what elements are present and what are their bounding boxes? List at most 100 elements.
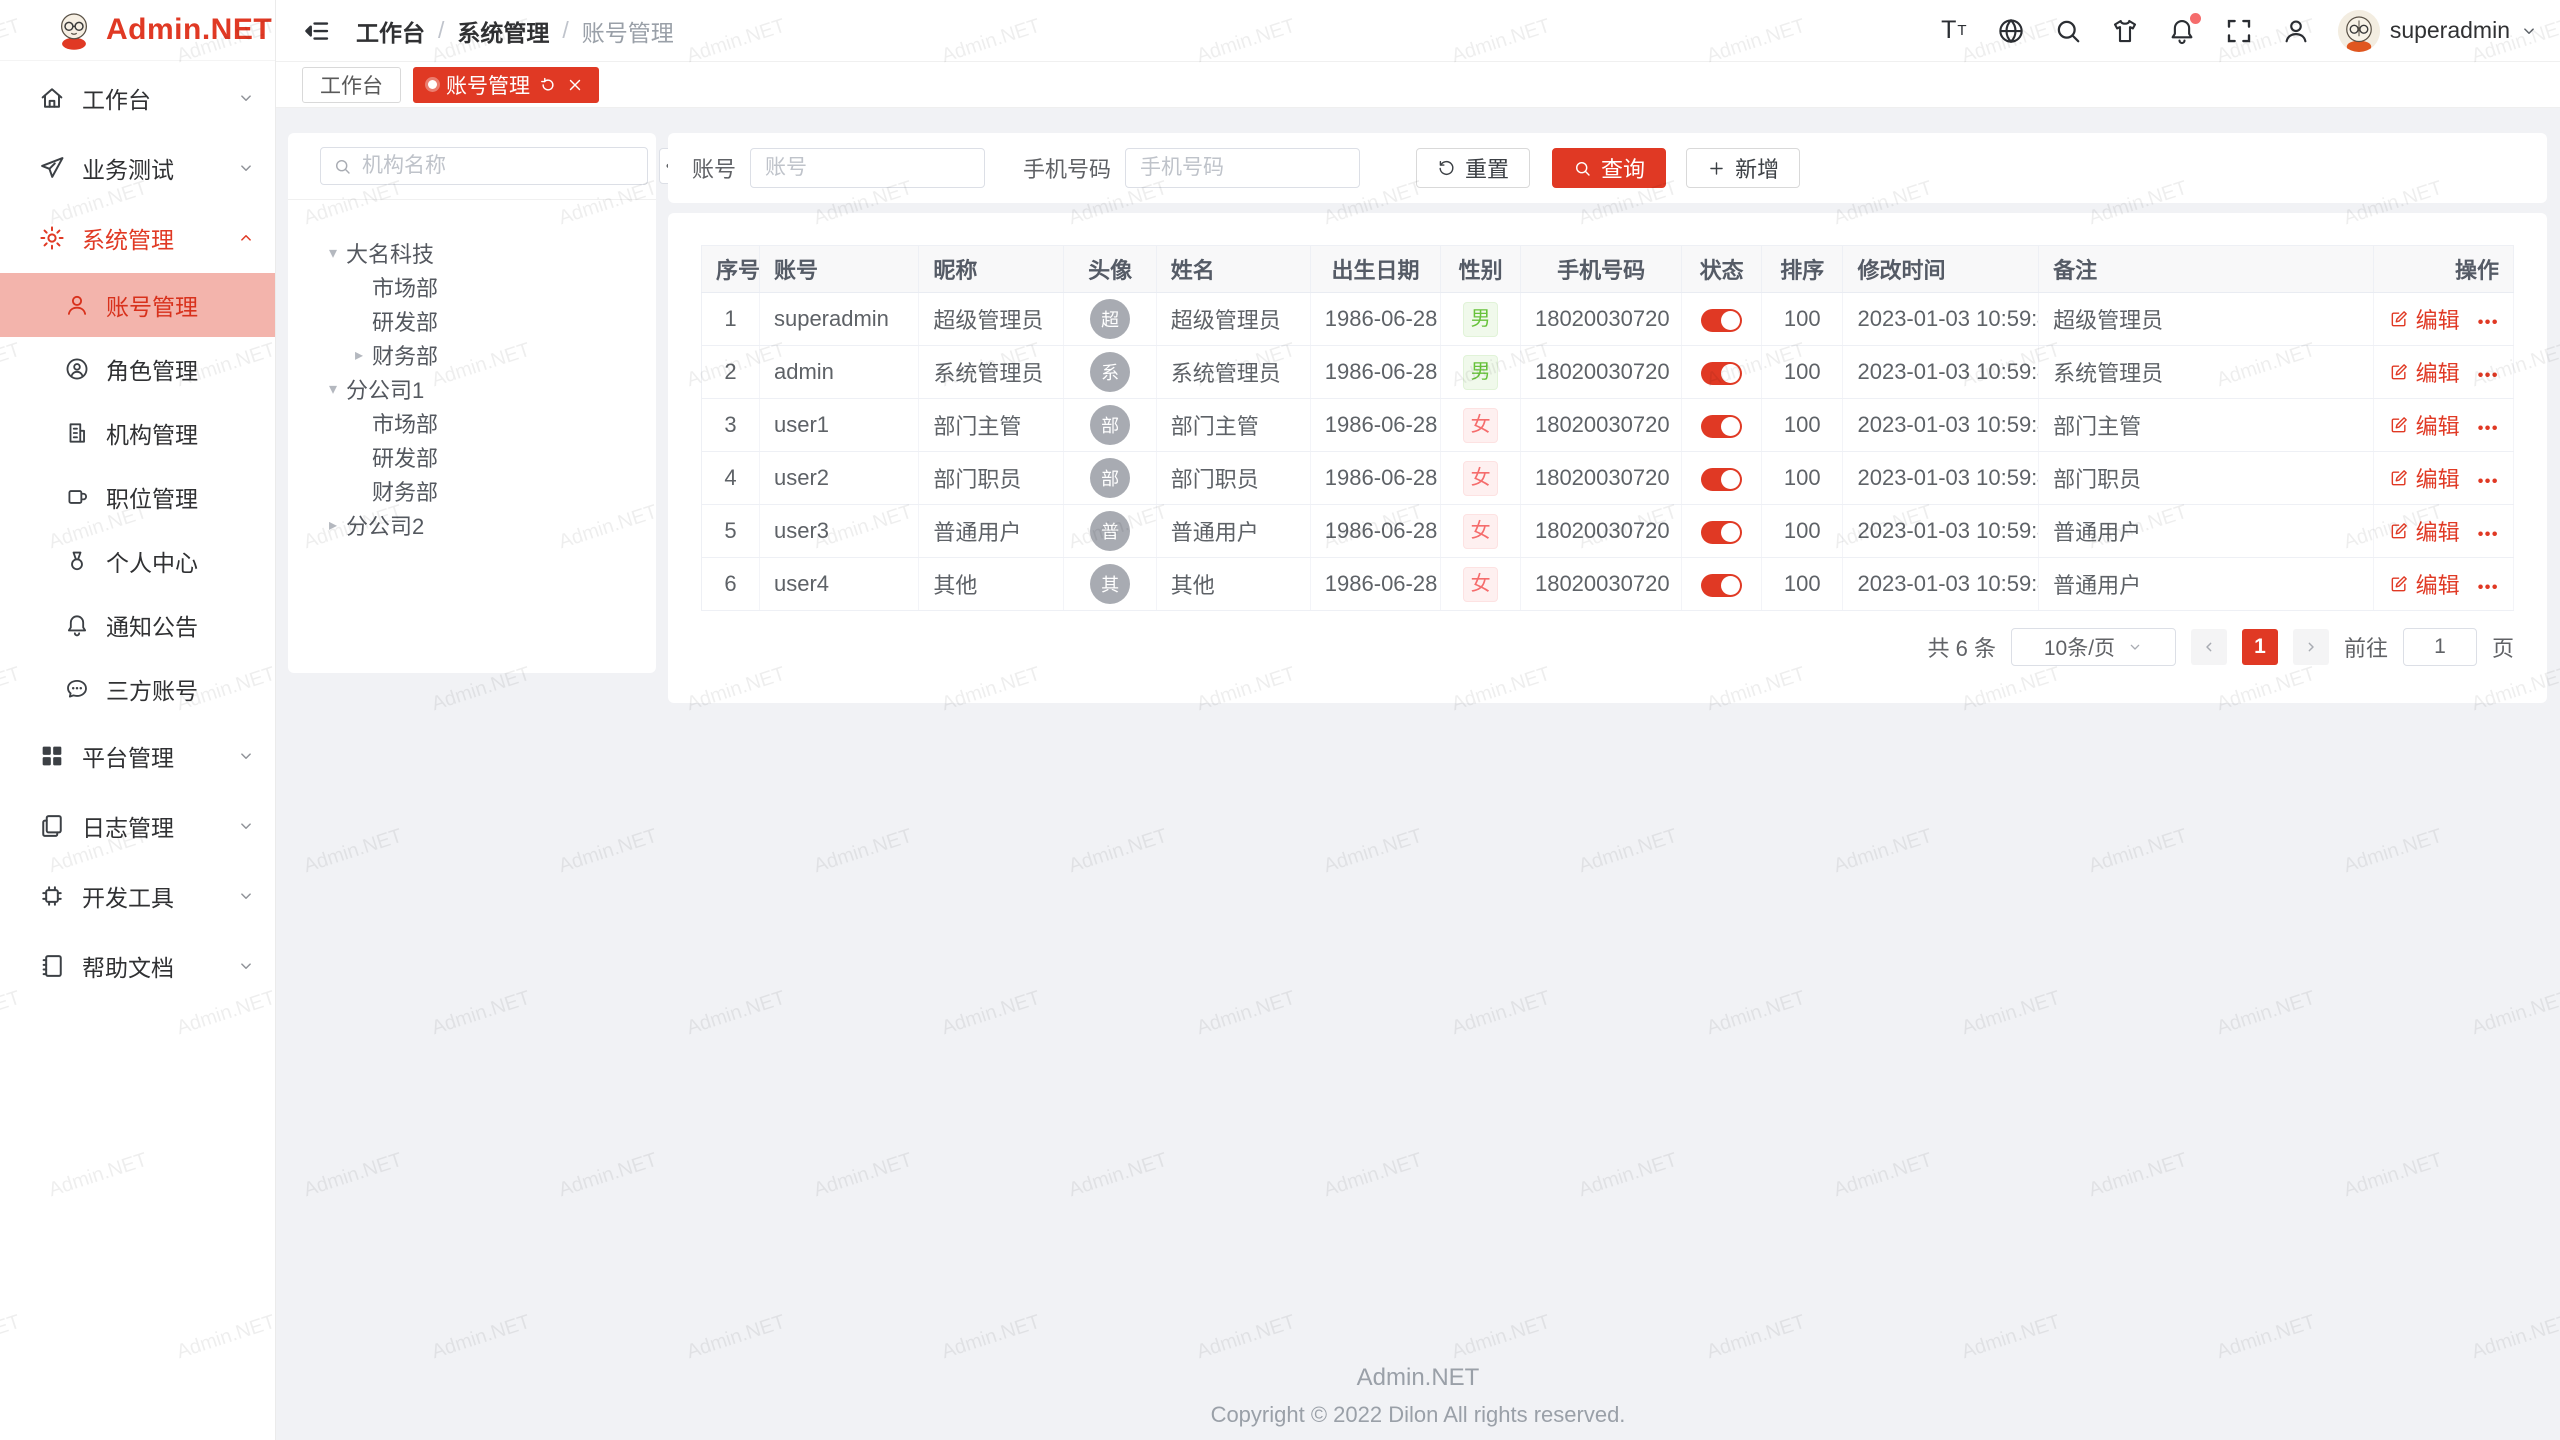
org-search-input[interactable] bbox=[360, 153, 635, 179]
cell-index: 4 bbox=[702, 452, 760, 505]
status-toggle[interactable] bbox=[1701, 309, 1742, 332]
tree-caret-down-icon[interactable]: ▾ bbox=[320, 379, 346, 399]
row-more-button[interactable]: ••• bbox=[2478, 579, 2499, 596]
tab-active[interactable]: 账号管理 bbox=[413, 67, 599, 103]
edit-button[interactable]: 编辑 bbox=[2389, 515, 2460, 547]
cell-status bbox=[1682, 505, 1762, 558]
cell-nickname: 超级管理员 bbox=[919, 293, 1064, 346]
notification-bell-icon[interactable] bbox=[2167, 16, 2197, 46]
language-icon[interactable] bbox=[1996, 16, 2026, 46]
tree-node[interactable]: 研发部 bbox=[288, 440, 656, 474]
row-more-button[interactable]: ••• bbox=[2478, 420, 2499, 437]
sidebar-subitem-4[interactable]: 个人中心 bbox=[0, 529, 275, 593]
row-more-button[interactable]: ••• bbox=[2478, 473, 2499, 490]
sidebar-item-3[interactable]: 平台管理 bbox=[0, 721, 275, 791]
status-toggle[interactable] bbox=[1701, 574, 1742, 597]
phone-input[interactable] bbox=[1125, 148, 1360, 188]
tree-node-label: 财务部 bbox=[372, 339, 438, 371]
breadcrumb-item[interactable]: 工作台 bbox=[356, 14, 425, 48]
edit-button[interactable]: 编辑 bbox=[2389, 303, 2460, 335]
sidebar-subitem-0[interactable]: 账号管理 bbox=[0, 273, 275, 337]
tree-node[interactable]: 市场部 bbox=[288, 270, 656, 304]
status-toggle[interactable] bbox=[1701, 415, 1742, 438]
edit-button[interactable]: 编辑 bbox=[2389, 568, 2460, 600]
row-more-button[interactable]: ••• bbox=[2478, 526, 2499, 543]
cell-ops: 编辑 ••• bbox=[2374, 505, 2514, 558]
sidebar-subitem-6[interactable]: 三方账号 bbox=[0, 657, 275, 721]
cell-account: user4 bbox=[759, 558, 918, 611]
chevron-left-icon bbox=[2201, 639, 2217, 655]
sidebar-subitem-1[interactable]: 角色管理 bbox=[0, 337, 275, 401]
breadcrumb-item[interactable]: 系统管理 bbox=[457, 14, 549, 48]
chevron-down-icon bbox=[2127, 639, 2143, 655]
gender-badge: 女 bbox=[1463, 514, 1498, 549]
page-size-select[interactable]: 10条/页 bbox=[2011, 628, 2176, 666]
sidebar-subitem-3[interactable]: 职位管理 bbox=[0, 465, 275, 529]
row-more-button[interactable]: ••• bbox=[2478, 314, 2499, 331]
tree-caret-right-icon[interactable]: ▸ bbox=[320, 515, 346, 535]
tree-node[interactable]: ▸分公司2 bbox=[288, 508, 656, 542]
sidebar-item-1[interactable]: 业务测试 bbox=[0, 133, 275, 203]
reset-button[interactable]: 重置 bbox=[1416, 148, 1530, 188]
tree-node-label: 大名科技 bbox=[346, 237, 434, 269]
cell-account: user1 bbox=[759, 399, 918, 452]
tree-caret-right-icon[interactable]: ▸ bbox=[346, 345, 372, 365]
edit-button[interactable]: 编辑 bbox=[2389, 462, 2460, 494]
avatar: 超 bbox=[1090, 299, 1130, 339]
font-size-icon[interactable]: TT bbox=[1939, 16, 1969, 46]
current-page[interactable]: 1 bbox=[2242, 629, 2278, 665]
cell-account: user3 bbox=[759, 505, 918, 558]
cell-status bbox=[1682, 452, 1762, 505]
tab-refresh-icon[interactable] bbox=[539, 76, 557, 94]
tree-node[interactable]: 研发部 bbox=[288, 304, 656, 338]
tree-node[interactable]: ▾分公司1 bbox=[288, 372, 656, 406]
tab-active-dot bbox=[428, 80, 437, 89]
notification-badge bbox=[2190, 13, 2201, 24]
prev-page-button[interactable] bbox=[2191, 629, 2227, 665]
gender-badge: 女 bbox=[1463, 408, 1498, 443]
sidebar-subitem-2[interactable]: 机构管理 bbox=[0, 401, 275, 465]
user-menu[interactable]: superadmin bbox=[2338, 10, 2538, 52]
theme-tshirt-icon[interactable] bbox=[2110, 16, 2140, 46]
account-input[interactable] bbox=[750, 148, 985, 188]
fullscreen-icon[interactable] bbox=[2224, 16, 2254, 46]
tree-caret-down-icon[interactable]: ▾ bbox=[320, 243, 346, 263]
tab-close-icon[interactable] bbox=[566, 76, 584, 94]
query-button[interactable]: 查询 bbox=[1552, 148, 1666, 188]
goto-page-input[interactable]: 1 bbox=[2403, 628, 2477, 666]
sidebar-subitem-5[interactable]: 通知公告 bbox=[0, 593, 275, 657]
cell-gender: 女 bbox=[1441, 505, 1521, 558]
add-button[interactable]: 新增 bbox=[1686, 148, 1800, 188]
tree-node[interactable]: 财务部 bbox=[288, 474, 656, 508]
sidebar-item-4[interactable]: 日志管理 bbox=[0, 791, 275, 861]
search-icon[interactable] bbox=[2053, 16, 2083, 46]
cell-birth: 1986-06-28 bbox=[1310, 399, 1440, 452]
menu-fold-icon[interactable] bbox=[302, 16, 332, 46]
cell-remark: 超级管理员 bbox=[2039, 293, 2374, 346]
edit-icon bbox=[2389, 521, 2409, 541]
sidebar-item-0[interactable]: 工作台 bbox=[0, 63, 275, 133]
profile-person-icon[interactable] bbox=[2281, 16, 2311, 46]
row-more-button[interactable]: ••• bbox=[2478, 367, 2499, 384]
next-page-button[interactable] bbox=[2293, 629, 2329, 665]
sidebar-item-5[interactable]: 开发工具 bbox=[0, 861, 275, 931]
chevron-down-icon bbox=[2520, 22, 2538, 40]
tab-0[interactable]: 工作台 bbox=[302, 67, 401, 103]
status-toggle[interactable] bbox=[1701, 362, 1742, 385]
brand-mascot-icon bbox=[52, 8, 96, 52]
sidebar-item-label: 系统管理 bbox=[82, 221, 237, 255]
edit-button[interactable]: 编辑 bbox=[2389, 356, 2460, 388]
tree-node[interactable]: 市场部 bbox=[288, 406, 656, 440]
sidebar-item-label: 开发工具 bbox=[82, 879, 237, 913]
tree-node[interactable]: ▾大名科技 bbox=[288, 236, 656, 270]
role-icon bbox=[64, 356, 90, 382]
status-toggle[interactable] bbox=[1701, 468, 1742, 491]
cell-avatar: 超 bbox=[1064, 293, 1156, 346]
brand-logo[interactable]: Admin.NET bbox=[0, 0, 275, 61]
goto-label: 前往 bbox=[2344, 631, 2388, 663]
status-toggle[interactable] bbox=[1701, 521, 1742, 544]
sidebar-item-2[interactable]: 系统管理 bbox=[0, 203, 275, 273]
edit-button[interactable]: 编辑 bbox=[2389, 409, 2460, 441]
tree-node[interactable]: ▸财务部 bbox=[288, 338, 656, 372]
sidebar-item-6[interactable]: 帮助文档 bbox=[0, 931, 275, 1001]
